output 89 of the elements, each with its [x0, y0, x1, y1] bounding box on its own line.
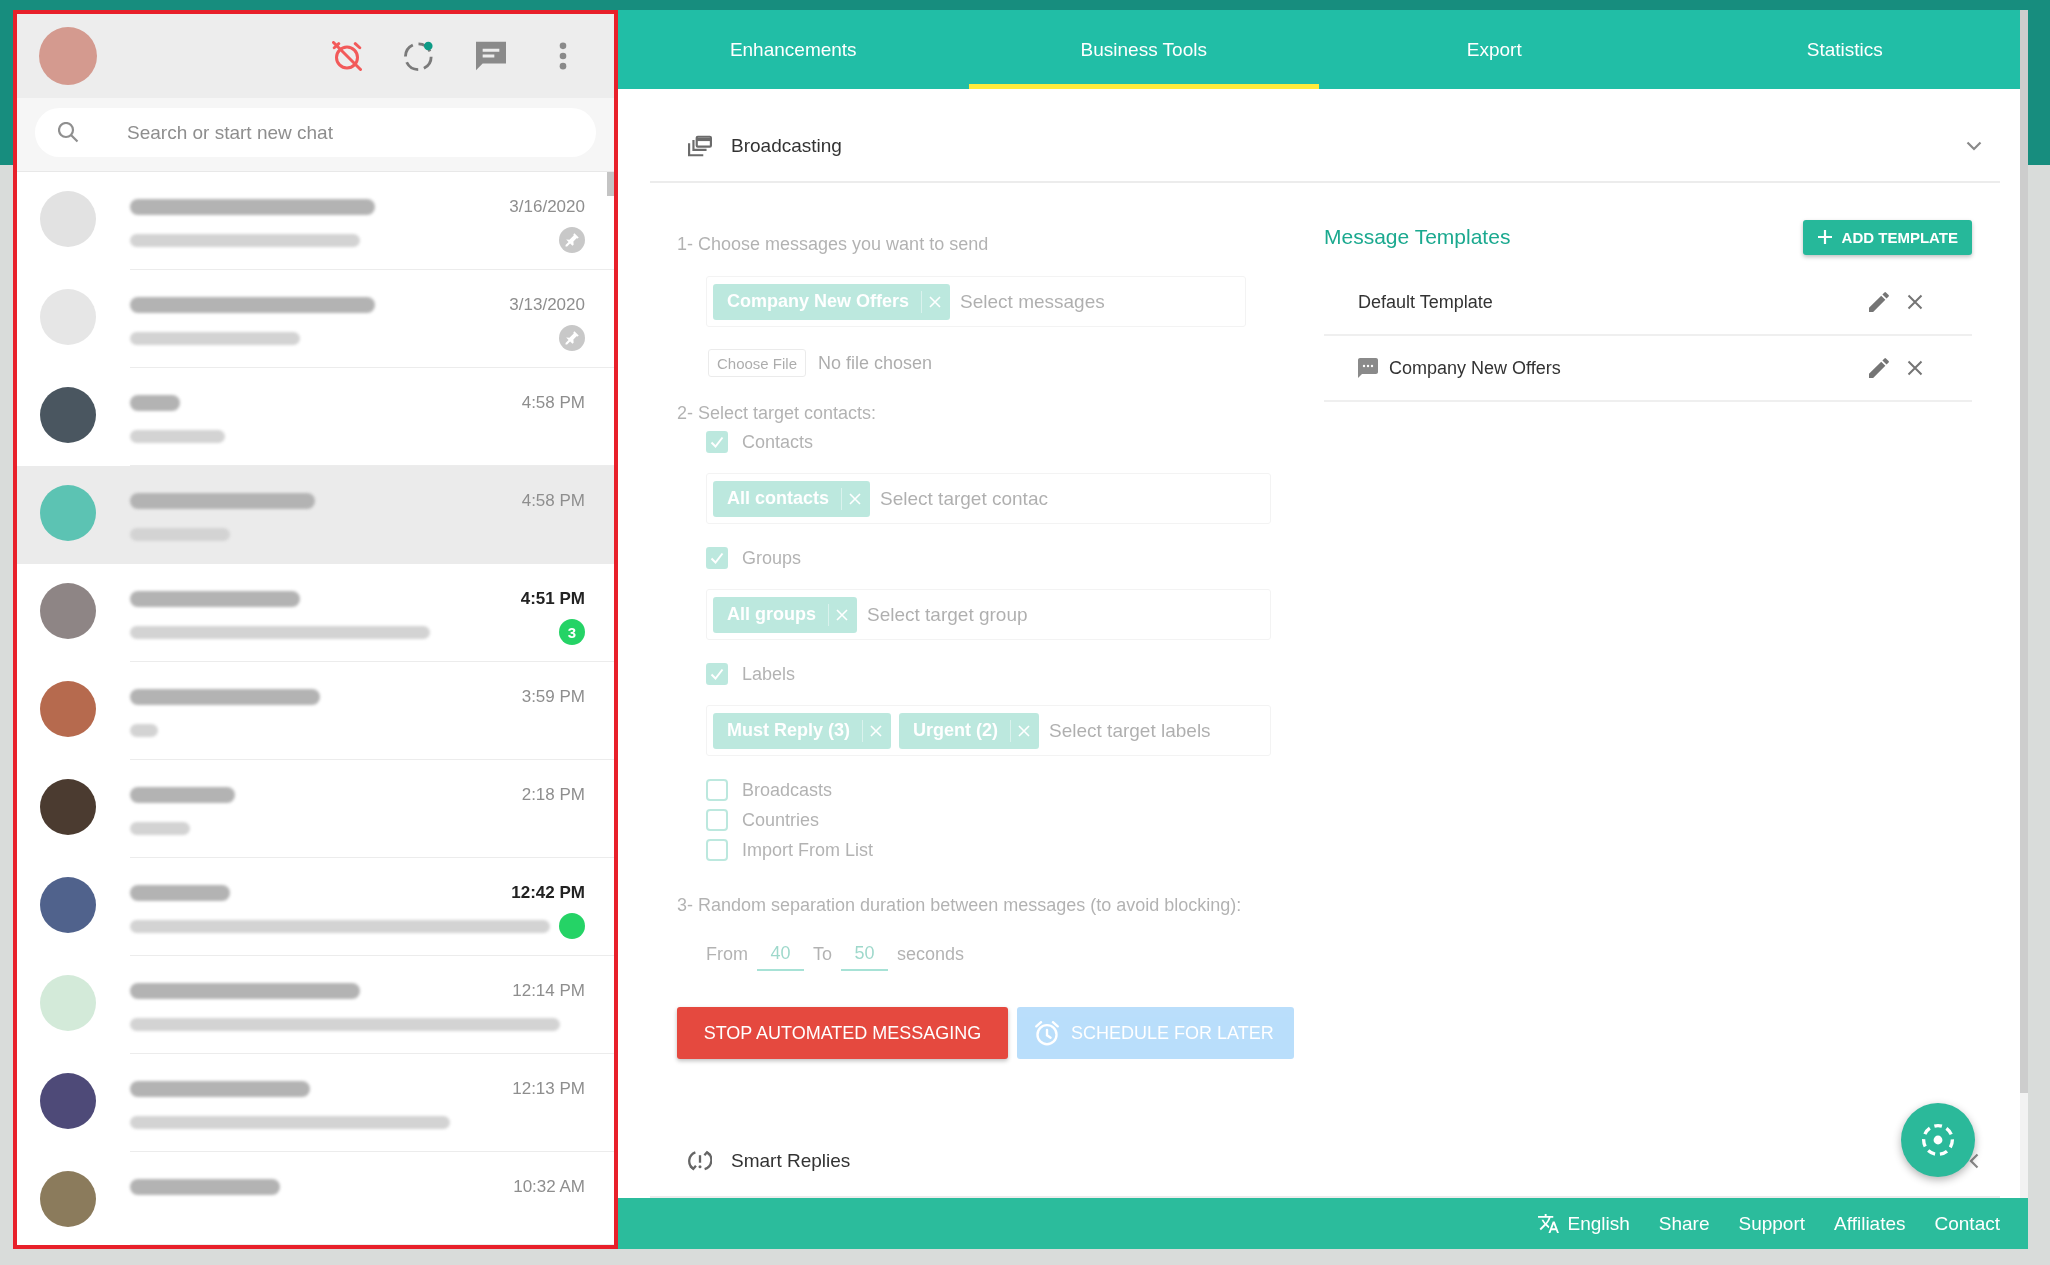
chat-time: 3:59 PM [521, 687, 585, 707]
avatar-placeholder [40, 289, 96, 345]
profile-avatar-placeholder[interactable] [39, 27, 97, 85]
section-header[interactable]: Broadcasting [650, 111, 2000, 183]
tab[interactable]: Business Tools [968, 10, 1319, 89]
avatar-placeholder [40, 485, 96, 541]
circular-arrows-icon [688, 1150, 712, 1172]
chat-list-item[interactable]: 4:51 PM 3 [17, 564, 614, 662]
avatar-placeholder [40, 877, 96, 933]
footer-link[interactable]: Share [1658, 1212, 1710, 1235]
pencil-icon[interactable] [1869, 358, 1889, 378]
remove-icon[interactable] [870, 724, 882, 737]
tab[interactable]: Enhancements [618, 10, 969, 89]
chat-list-item[interactable]: 12:14 PM [17, 956, 614, 1054]
blurred-name-placeholder [130, 395, 180, 411]
language-selector[interactable]: English [1538, 1212, 1630, 1235]
checkbox-label: Broadcasts [742, 779, 833, 801]
chat-time: 12:13 PM [512, 1079, 585, 1099]
unit-label: seconds [897, 943, 965, 965]
avatar-placeholder [40, 975, 96, 1031]
message-bubble-icon [1358, 358, 1378, 378]
translate-icon [1538, 1214, 1560, 1233]
template-name: Company New Offers [1389, 357, 1561, 379]
chat-time: 2:18 PM [521, 785, 585, 805]
chat-time: 3/16/2020 [509, 197, 585, 217]
chat-list-item[interactable]: 12:13 PM [17, 1054, 614, 1152]
chat-time: 4:58 PM [521, 393, 585, 413]
add-template-button[interactable]: ADD TEMPLATE [1802, 219, 1972, 255]
stacked-windows-icon [688, 135, 712, 157]
unread-dot-icon [559, 913, 585, 939]
tab[interactable]: Export [1319, 10, 1670, 89]
avatar-placeholder [40, 1073, 96, 1129]
step-label: 3- Random separation duration between messages (to avoid blocking): [677, 894, 1242, 916]
status-ring-icon[interactable] [404, 41, 434, 71]
plus-icon [1816, 229, 1833, 245]
step-label: 1- Choose messages you want to send [677, 233, 989, 255]
checkbox-label: Groups [742, 547, 802, 569]
footer-link[interactable]: Support [1738, 1212, 1806, 1235]
alarm-off-icon[interactable] [332, 41, 362, 71]
file-status-text: No file chosen [818, 352, 933, 374]
menu-icon[interactable] [559, 42, 567, 70]
to-label: To [813, 943, 832, 965]
close-icon[interactable] [1907, 294, 1923, 310]
chat-list-item[interactable]: 4:58 PM [17, 466, 614, 564]
chat-list-item[interactable]: 3/16/2020 [17, 172, 614, 270]
checkbox-label: Contacts [742, 431, 814, 453]
alarm-clock-icon [1035, 1020, 1059, 1046]
footer-link[interactable]: Affiliates [1834, 1212, 1906, 1235]
chat-list-item[interactable]: 2:18 PM [17, 760, 614, 858]
chat-bubble-icon[interactable] [476, 41, 506, 71]
avatar-placeholder [40, 779, 96, 835]
from-label: From [706, 943, 748, 965]
pencil-icon[interactable] [1869, 292, 1889, 312]
remove-icon[interactable] [1018, 724, 1030, 737]
remove-icon[interactable] [836, 608, 848, 621]
search-field[interactable]: Search or start new chat [35, 108, 596, 157]
chat-list-item[interactable]: 10:32 AM [17, 1152, 614, 1245]
checkbox-label: Import From List [742, 839, 874, 861]
blurred-message-placeholder [130, 821, 190, 835]
avatar-placeholder [40, 583, 96, 639]
template-name: Default Template [1358, 291, 1493, 313]
templates-heading: Message Templates [1324, 225, 1511, 249]
avatar-placeholder [40, 681, 96, 737]
chat-list-item[interactable]: 3:59 PM [17, 662, 614, 760]
avatar-placeholder [40, 1171, 96, 1227]
avatar-placeholder [40, 387, 96, 443]
chat-time: 12:42 PM [511, 883, 585, 903]
floating-action-button[interactable] [1901, 1103, 1975, 1177]
chat-list-item[interactable]: 12:42 PM [17, 858, 614, 956]
chat-list-item[interactable]: 3/13/2020 [17, 270, 614, 368]
chat-time: 4:58 PM [521, 491, 585, 511]
scrollbar-thumb[interactable] [607, 172, 614, 196]
tab[interactable]: Statistics [1669, 10, 2020, 89]
unread-count: 3 [559, 619, 585, 645]
step-label: 2- Select target contacts: [677, 402, 877, 424]
search-icon [58, 122, 79, 143]
chat-time: 10:32 AM [513, 1177, 585, 1197]
avatar-placeholder [40, 191, 96, 247]
checkbox-label: Labels [742, 663, 796, 685]
chat-time: 3/13/2020 [509, 295, 585, 315]
chat-time: 12:14 PM [512, 981, 585, 1001]
checkbox-label: Countries [742, 809, 820, 831]
dashed-ring-icon [1922, 1124, 1954, 1156]
remove-icon[interactable] [929, 295, 942, 308]
chat-time: 4:51 PM [520, 589, 585, 609]
remove-icon[interactable] [849, 492, 862, 505]
blurred-message-placeholder [130, 723, 158, 737]
footer-link[interactable]: Contact [1934, 1212, 2000, 1235]
close-icon[interactable] [1907, 360, 1923, 376]
